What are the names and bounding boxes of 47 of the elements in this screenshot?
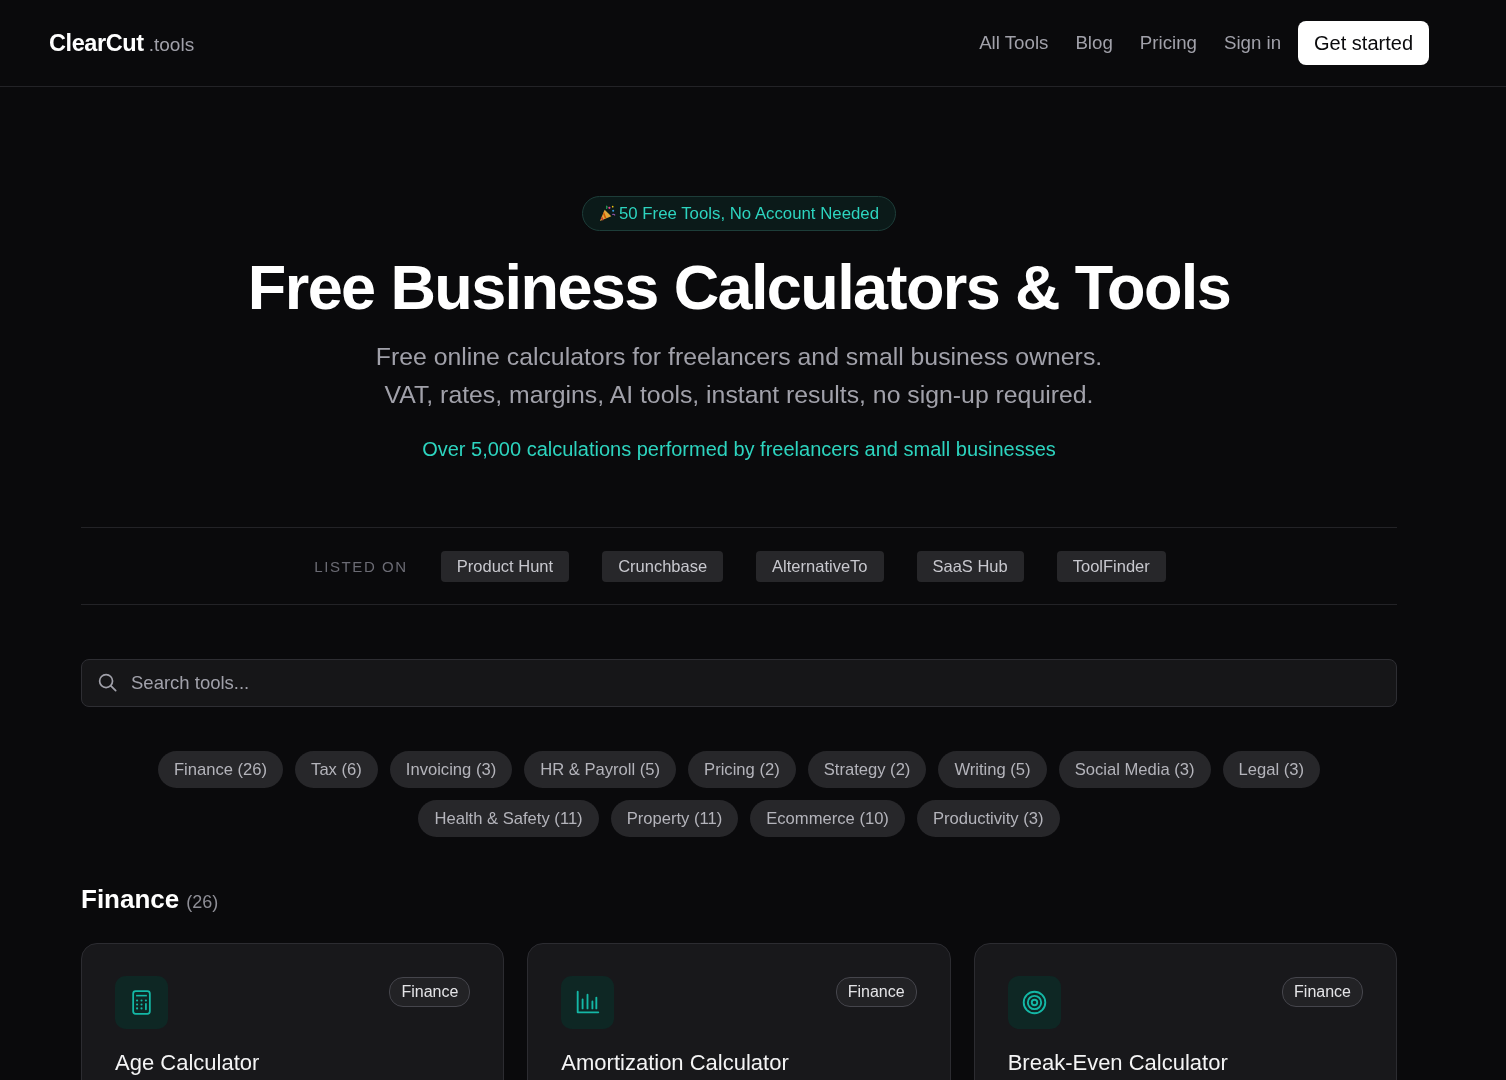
badge-text: 50 Free Tools, No Account Needed xyxy=(619,203,879,224)
category-badge: Finance xyxy=(835,977,917,1007)
category-filter-chip[interactable]: Writing (5) xyxy=(938,751,1047,788)
category-filter-chip[interactable]: Strategy (2) xyxy=(807,751,927,788)
category-badge: Finance xyxy=(389,977,471,1007)
listing-site-link[interactable]: AlternativeTo xyxy=(756,550,884,582)
category-filter-chip[interactable]: Property (11) xyxy=(610,800,739,837)
nav-link[interactable]: Blog xyxy=(1075,32,1113,54)
category-filter-chip[interactable]: HR & Payroll (5) xyxy=(524,751,677,788)
category-filter-chip[interactable]: Invoicing (3) xyxy=(389,751,513,788)
tool-card[interactable]: Finance Break-Even Calculator xyxy=(973,943,1397,1080)
tool-card[interactable]: Finance Amortization Calculator xyxy=(527,943,951,1080)
logo[interactable]: ClearCut .tools xyxy=(49,29,195,57)
category-filter-chip[interactable]: Legal (3) xyxy=(1222,751,1321,788)
target-icon xyxy=(1007,976,1061,1029)
hero-subtitle: Free online calculators for freelancers and small business owners. xyxy=(375,342,1103,372)
calculator-icon xyxy=(115,976,168,1029)
listing-site-link[interactable]: Crunchbase xyxy=(602,550,724,582)
listing-site-link[interactable]: SaaS Hub xyxy=(916,550,1024,582)
tool-title: Age Calculator xyxy=(115,1050,260,1076)
category-filter-chip[interactable]: Social Media (3) xyxy=(1058,751,1211,788)
listing-site-link[interactable]: Product Hunt xyxy=(440,550,570,582)
party-popper-icon xyxy=(599,205,616,222)
category-filter-chip[interactable]: Ecommerce (10) xyxy=(750,800,905,837)
nav-link[interactable]: Sign in xyxy=(1223,32,1282,54)
listed-on-label: LISTED ON xyxy=(314,557,408,575)
nav-link[interactable]: All Tools xyxy=(979,32,1049,54)
category-filter-chip[interactable]: Tax (6) xyxy=(295,751,378,788)
category-badge: Finance xyxy=(1282,977,1363,1007)
search-icon xyxy=(98,673,117,692)
search-field[interactable]: Search tools... xyxy=(81,659,1397,707)
tool-title: Amortization Calculator xyxy=(561,1050,789,1076)
get-started-button[interactable]: Get started xyxy=(1298,21,1429,65)
tool-card[interactable]: Finance Age Calculator xyxy=(81,943,505,1080)
bar-chart-icon xyxy=(561,976,615,1029)
listing-site-link[interactable]: ToolFinder xyxy=(1056,550,1166,582)
category-filter-chip[interactable]: Finance (26) xyxy=(157,751,284,788)
tool-title: Break-Even Calculator xyxy=(1007,1050,1228,1076)
nav-link[interactable]: Pricing xyxy=(1139,32,1197,54)
section-count: (26) xyxy=(186,891,219,914)
usage-stat: Over 5,000 calculations performed by freelancers and small businesses xyxy=(422,437,1056,462)
category-filter-chip[interactable]: Health & Safety (11) xyxy=(418,800,599,837)
category-filter-chip[interactable]: Productivity (3) xyxy=(916,800,1060,837)
hero-subtitle: VAT, rates, margins, AI tools, instant results, no sign-up required. xyxy=(383,380,1095,410)
category-filter-chip[interactable]: Pricing (2) xyxy=(688,751,796,788)
hero-title: Free Business Calculators & Tools xyxy=(247,251,1231,323)
section-heading: Finance xyxy=(81,883,180,915)
